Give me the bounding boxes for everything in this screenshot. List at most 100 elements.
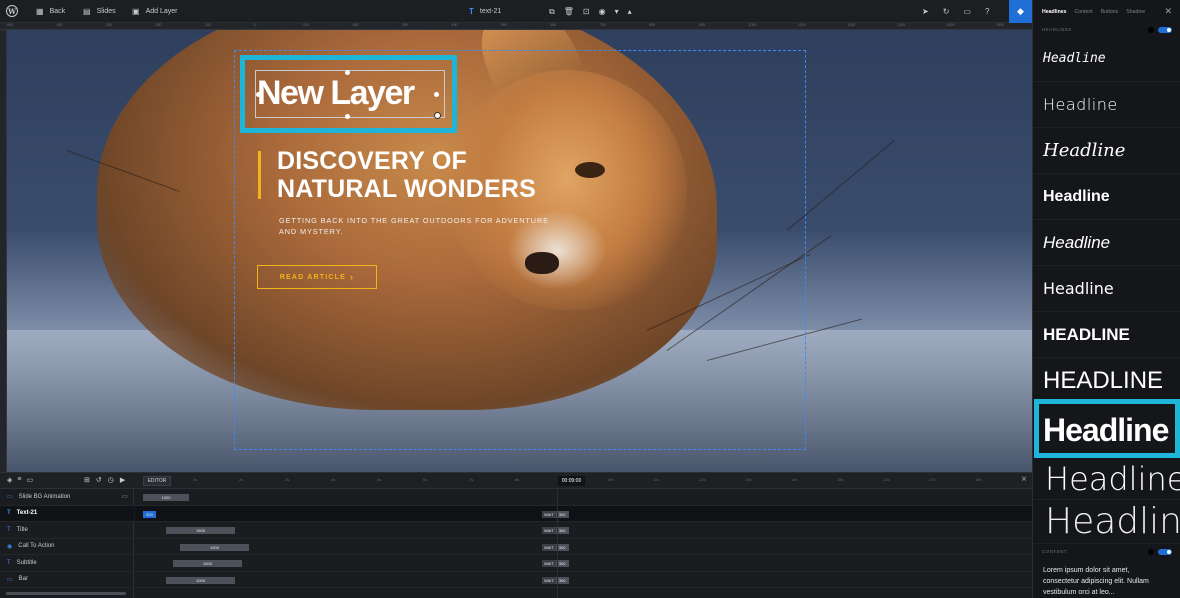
timeline-playhead[interactable] <box>557 489 558 598</box>
resize-handle[interactable] <box>434 92 439 97</box>
timeline-layer-label: Subtitle <box>16 559 37 566</box>
current-time-display[interactable]: 00:09:00 <box>558 476 585 486</box>
undo-icon[interactable]: ↻ <box>943 7 950 16</box>
help-icon[interactable]: ? <box>985 7 989 16</box>
ruler-tick: 300 <box>402 23 408 27</box>
delete-icon[interactable]: 🗑︎ <box>564 7 574 16</box>
tab-buttons[interactable]: Buttons <box>1101 9 1119 15</box>
headline-preset[interactable]: Headline <box>1033 82 1180 128</box>
headline-preset[interactable]: Headline <box>1033 128 1180 174</box>
timeline-layer-row[interactable]: ▭ Slide BG Animation <box>0 489 134 506</box>
animation-bar[interactable]: 1500 <box>173 560 242 567</box>
headline-preset[interactable]: Headline <box>1033 220 1180 266</box>
chevron-up-icon[interactable]: ▴ <box>628 7 632 16</box>
visibility-icon[interactable]: ◉ <box>599 7 606 16</box>
resize-handle[interactable] <box>256 92 261 97</box>
read-article-button[interactable]: READ ARTICLE › <box>257 265 377 289</box>
play-icon[interactable]: ▶ <box>120 476 125 484</box>
headline-preset[interactable]: HEADLINE <box>1033 312 1180 358</box>
animation-bar[interactable]: 1000 <box>143 494 189 501</box>
back-button[interactable]: ▦ Back <box>36 0 65 23</box>
lock-icon[interactable]: ⊡ <box>583 7 590 16</box>
content-preset-text[interactable]: Lorem ipsum dolor sit amet, consectetur … <box>1043 565 1149 598</box>
wait-block[interactable]: WAIT 300 <box>542 543 569 551</box>
loop-icon[interactable]: ↺ <box>96 476 102 484</box>
animation-bar[interactable]: 1000 <box>166 576 235 584</box>
folder-icon[interactable]: ▭ <box>122 493 128 500</box>
slides-button[interactable]: ▤ Slides <box>83 0 116 23</box>
timeline-lane <box>135 572 1032 588</box>
timeline-layer-row[interactable]: T Subtitle <box>0 555 134 572</box>
list-icon[interactable]: ≡ <box>17 476 21 484</box>
read-article-label: READ ARTICLE <box>279 273 347 281</box>
timeline-lane <box>135 505 1032 522</box>
drop-icon-button[interactable]: ◆ <box>1009 0 1032 23</box>
animation-bar[interactable]: 1500 <box>180 543 249 551</box>
timeline-layer-row[interactable]: T Text-21 <box>0 505 134 522</box>
timeline-panel: ◈ ≡ ▭ ⊞ ↺ ◷ ▶ EDITOR 1s2s3s4s5s6s7s8s9s1… <box>0 472 1032 598</box>
time-mark: 6s <box>423 477 428 482</box>
time-mark: 8s <box>515 477 520 482</box>
drop-icon: ◆ <box>1017 6 1024 16</box>
resize-handle[interactable] <box>345 114 350 119</box>
wordpress-logo-icon[interactable]: W <box>6 5 18 17</box>
wait-block[interactable]: WAIT 300 <box>542 576 569 584</box>
rotate-handle-icon[interactable] <box>434 112 441 119</box>
timeline-layer-label: Title <box>16 526 28 533</box>
timeline-toolbar: ◈ ≡ ▭ ⊞ ↺ ◷ ▶ EDITOR 1s2s3s4s5s6s7s8s9s1… <box>0 473 1032 489</box>
tab-shadow[interactable]: Shadow <box>1126 9 1145 15</box>
cursor-icon[interactable]: ➤ <box>922 7 929 16</box>
timeline-layer-row[interactable]: ◉ Call To Action <box>0 539 134 555</box>
close-timeline-icon[interactable]: × <box>1021 474 1027 485</box>
slide-title[interactable]: DISCOVERY OF NATURAL WONDERS <box>277 147 536 203</box>
wait-block[interactable]: WAIT 300 <box>542 527 569 534</box>
text-layer-icon: T <box>469 7 474 16</box>
layers-icon[interactable]: ◈ <box>7 476 12 484</box>
content-toggle[interactable] <box>1148 549 1172 555</box>
slide-canvas[interactable]: New Layer DISCOVERY OF NATURAL WONDERS G… <box>7 30 1032 472</box>
timeline-layer-label: Text-21 <box>16 510 38 517</box>
timeline-layer-row[interactable]: ▭ Bar <box>0 572 134 588</box>
vertical-ruler <box>0 30 7 472</box>
headline-preset[interactable]: Headline <box>1033 458 1180 500</box>
headline-preset[interactable]: Headline <box>1033 36 1180 82</box>
headlines-toggle[interactable] <box>1148 27 1172 33</box>
headline-preset[interactable]: Headline <box>1033 500 1180 544</box>
add-layer-icon: ▣ <box>132 6 140 16</box>
animation-bar[interactable]: 300 <box>143 510 156 518</box>
layer-name-field[interactable]: T text-21 <box>469 0 501 23</box>
desktop-icon[interactable]: ▭ <box>963 7 971 16</box>
timeline-lane <box>135 555 1032 572</box>
grid-icon[interactable]: ⊞ <box>84 476 90 484</box>
new-layer-text[interactable]: New Layer <box>257 74 415 113</box>
ruler-tick: -400 <box>55 23 63 27</box>
animation-bar[interactable]: 1500 <box>166 527 235 534</box>
accent-bar[interactable] <box>258 151 261 199</box>
resize-handle[interactable] <box>345 70 350 75</box>
editor-button[interactable]: EDITOR <box>143 476 171 486</box>
ruler-tick: 900 <box>699 23 705 27</box>
close-icon[interactable]: ✕ <box>1164 6 1172 17</box>
timer-icon[interactable]: ◷ <box>108 476 114 484</box>
timeline-lane <box>135 489 1032 506</box>
time-mark: 1s <box>193 477 198 482</box>
headline-preset[interactable]: Headline <box>1033 174 1180 220</box>
selected-preset-outline <box>1034 399 1180 458</box>
chevron-down-icon[interactable]: ▾ <box>615 7 619 16</box>
duplicate-icon[interactable]: ⧉ <box>549 7 555 16</box>
wait-block[interactable]: WAIT 300 <box>542 560 569 567</box>
wait-label: WAIT <box>542 560 556 567</box>
timeline-scrollbar[interactable] <box>6 592 126 595</box>
ruler-tick: 1300 <box>897 23 905 27</box>
wait-block[interactable]: WAIT 300 <box>542 510 569 518</box>
headline-preset[interactable]: HEADLINE <box>1033 358 1180 404</box>
add-layer-button[interactable]: ▣ Add Layer <box>132 0 177 23</box>
time-mark: 4s <box>331 477 336 482</box>
headline-preset[interactable]: Headline <box>1033 266 1180 312</box>
folder-icon[interactable]: ▭ <box>26 476 33 484</box>
horizontal-ruler: -500 -400 -300 -200 -100 0 100 200 300 400 500 600 7… <box>0 23 1053 30</box>
tab-content[interactable]: Content <box>1075 9 1093 15</box>
tab-headlines[interactable]: Headlines <box>1042 9 1067 15</box>
slide-subtitle[interactable]: GETTING BACK INTO THE GREAT OUTDOORS FOR… <box>279 215 549 237</box>
timeline-layer-row[interactable]: T Title <box>0 522 134 539</box>
